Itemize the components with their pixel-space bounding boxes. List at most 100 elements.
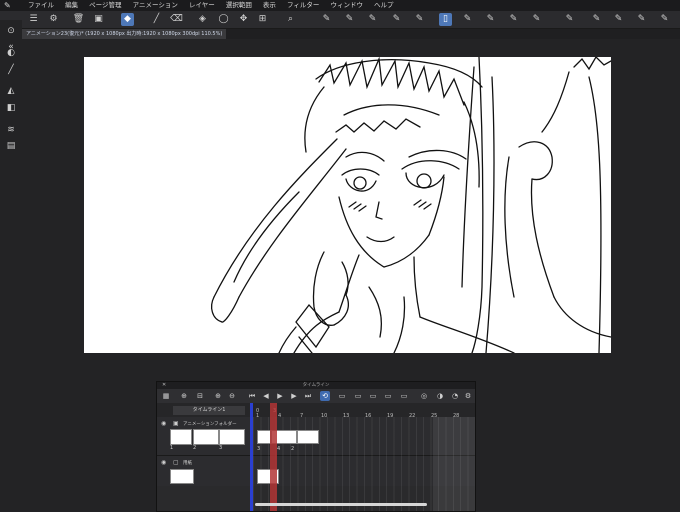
move-icon[interactable]: ✥ <box>237 13 250 26</box>
pen-tool-11-icon[interactable]: ✎ <box>590 13 603 26</box>
eraser-tool-icon[interactable]: ◧ <box>5 102 17 114</box>
folder-track-icon: ▣ <box>173 420 179 427</box>
menu-window[interactable]: ウィンドウ <box>330 1 363 9</box>
cel-icon-5[interactable]: ▭ <box>399 391 409 401</box>
menu-icon[interactable]: ☰ <box>27 13 40 26</box>
cel-thumbnail[interactable] <box>219 429 245 445</box>
pen-tool-9-icon[interactable]: ✎ <box>530 13 543 26</box>
camera-icon[interactable]: ◔ <box>450 391 460 401</box>
frame-icon[interactable]: ▯ <box>439 13 452 26</box>
menu-view[interactable]: 表示 <box>263 1 276 9</box>
app-logo-icon[interactable]: ✎ <box>4 1 13 10</box>
document-tab[interactable]: アニメーション23(復元)* (1920 x 1080px 出力時:1920 x… <box>22 29 227 39</box>
timeline-cel[interactable] <box>257 430 271 444</box>
pen-tool-12-icon[interactable]: ✎ <box>612 13 625 26</box>
timeline-cel[interactable] <box>297 430 319 444</box>
track-label: 用紙 <box>183 461 192 466</box>
settings-icon[interactable]: ⚙ <box>463 391 473 401</box>
sketch-drawing <box>211 57 611 353</box>
search-icon[interactable]: ⊙ <box>5 25 17 37</box>
eraser-icon[interactable]: ⌫ <box>170 13 183 26</box>
folder-icon[interactable]: ▤ <box>5 140 17 152</box>
timeline-scrollbar[interactable] <box>255 503 427 506</box>
left-tool-strip: ⊙ « ◐ ╱ ◭ ◧ ≋ ▤ <box>0 20 22 510</box>
play-icon[interactable]: ▶ <box>275 391 285 401</box>
pen-tool-8-icon[interactable]: ✎ <box>507 13 520 26</box>
track-label: アニメーションフォルダー <box>183 422 237 427</box>
menu-layer[interactable]: レイヤー <box>189 1 215 9</box>
cel-label: 4 <box>277 446 281 452</box>
menu-filter[interactable]: フィルター <box>287 1 319 9</box>
pen-tool-5-icon[interactable]: ✎ <box>413 13 426 26</box>
cel-label: 3 <box>257 446 261 452</box>
fill-icon[interactable]: ◆ <box>121 13 134 26</box>
fill-tool-icon[interactable]: ◭ <box>5 85 17 97</box>
timeline-panel: タイムライン ✕ ▦ ⊕ ⊟ ⊕ ⊖ ⏮ ◀ ▶ ▶ ⏭ ⟲ ▭ ▭ ▭ ▭ ▭… <box>156 381 476 512</box>
settings-icon[interactable]: ⚙ <box>47 13 60 26</box>
playback-start-marker[interactable] <box>250 403 253 511</box>
delete-icon[interactable]: 🗑 <box>72 13 85 26</box>
layers-icon[interactable]: ≋ <box>5 124 17 136</box>
paper-track-icon: ▢ <box>173 459 179 466</box>
menu-help[interactable]: ヘルプ <box>374 1 394 9</box>
pen-tool-13-icon[interactable]: ✎ <box>635 13 648 26</box>
timeline-title: タイムライン <box>157 382 475 389</box>
pen-tool-4-icon[interactable]: ✎ <box>390 13 403 26</box>
eye-icon[interactable]: ◉ <box>161 420 166 427</box>
out-of-range-shade <box>433 417 475 511</box>
menu-selection[interactable]: 選択範囲 <box>226 1 252 9</box>
cel-label: 2 <box>291 446 295 452</box>
new-timeline-icon[interactable]: ▦ <box>161 391 171 401</box>
paper-thumbnail[interactable] <box>170 469 194 484</box>
last-frame-icon[interactable]: ⏭ <box>303 391 313 401</box>
pen-tool-10-icon[interactable]: ✎ <box>563 13 576 26</box>
eye-icon[interactable]: ◉ <box>161 459 166 466</box>
menu-page[interactable]: ページ管理 <box>89 1 121 9</box>
cel-thumbnail[interactable] <box>193 429 219 445</box>
drawing-canvas[interactable] <box>84 57 611 353</box>
color-wheel-icon[interactable]: ◐ <box>5 47 17 59</box>
pen-tool-6-icon[interactable]: ✎ <box>461 13 474 26</box>
cel-label: 1 <box>170 445 174 451</box>
next-frame-icon[interactable]: ▶ <box>289 391 299 401</box>
cel-icon-3[interactable]: ▭ <box>368 391 378 401</box>
save-icon[interactable]: ▣ <box>92 13 105 26</box>
timeline-toolbar: ▦ ⊕ ⊟ ⊕ ⊖ ⏮ ◀ ▶ ▶ ⏭ ⟲ ▭ ▭ ▭ ▭ ▭ ◎ ◑ ◔ ⚙ <box>157 389 475 403</box>
delete-cel-icon[interactable]: ⊟ <box>195 391 205 401</box>
lasso-icon[interactable]: ◯ <box>217 13 230 26</box>
close-icon[interactable]: ✕ <box>162 382 166 389</box>
menu-bar: ✎ ファイル 編集 ページ管理 アニメーション レイヤー 選択範囲 表示 フィル… <box>0 0 680 11</box>
transform-icon[interactable]: ⊞ <box>256 13 269 26</box>
bucket-icon[interactable]: ◈ <box>196 13 209 26</box>
cel-label: 2 <box>193 445 197 451</box>
zoom-icon[interactable]: ⌕ <box>284 13 297 26</box>
cel-thumbnail[interactable] <box>170 429 192 445</box>
menu-edit[interactable]: 編集 <box>65 1 78 9</box>
zoom-out-icon[interactable]: ⊖ <box>227 391 237 401</box>
cel-icon-4[interactable]: ▭ <box>383 391 393 401</box>
first-frame-icon[interactable]: ⏮ <box>247 391 257 401</box>
menu-file[interactable]: ファイル <box>28 1 54 9</box>
timeline-header: タイムライン1 0 1 4 7 10 13 16 19 22 25 28 3 <box>157 403 475 419</box>
eyedropper-icon[interactable]: ╱ <box>150 13 163 26</box>
frame-ruler[interactable]: 0 1 4 7 10 13 16 19 22 25 28 3 <box>253 403 475 419</box>
command-bar: ☰ ⚙ 🗑 ▣ ◆ ╱ ⌫ ◈ ◯ ✥ ⊞ ⌕ ✎ ✎ ✎ ✎ ✎ ▯ ✎ ✎ … <box>0 11 680 29</box>
new-cel-icon[interactable]: ⊕ <box>179 391 189 401</box>
pen-tool-3-icon[interactable]: ✎ <box>366 13 379 26</box>
pen-tool-1-icon[interactable]: ✎ <box>320 13 333 26</box>
pen-tool-2-icon[interactable]: ✎ <box>343 13 356 26</box>
onion-skin-icon[interactable]: ◎ <box>419 391 429 401</box>
loop-icon[interactable]: ⟲ <box>320 391 330 401</box>
current-frame-marker[interactable] <box>270 403 277 511</box>
pen-tool-7-icon[interactable]: ✎ <box>484 13 497 26</box>
cel-label: 3 <box>219 445 223 451</box>
brush-icon[interactable]: ╱ <box>5 64 17 76</box>
pen-tool-14-icon[interactable]: ✎ <box>658 13 671 26</box>
prev-frame-icon[interactable]: ◀ <box>261 391 271 401</box>
cel-icon-2[interactable]: ▭ <box>353 391 363 401</box>
timeline-name-select[interactable]: タイムライン1 <box>173 406 245 415</box>
zoom-in-icon[interactable]: ⊕ <box>213 391 223 401</box>
menu-animation[interactable]: アニメーション <box>133 1 178 9</box>
light-table-icon[interactable]: ◑ <box>435 391 445 401</box>
cel-icon-1[interactable]: ▭ <box>337 391 347 401</box>
